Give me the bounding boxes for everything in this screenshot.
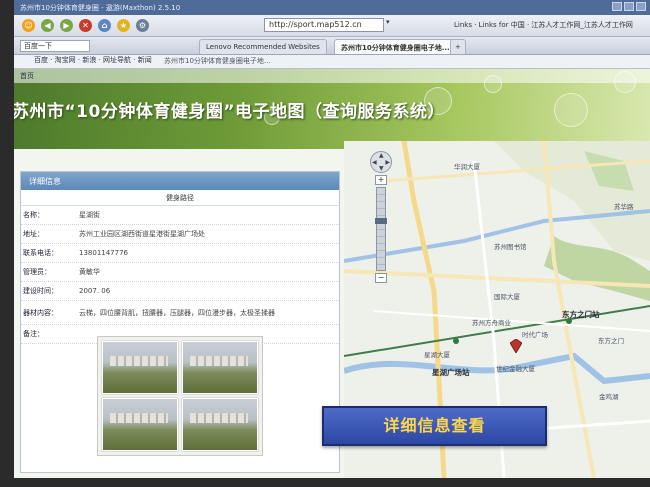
metro-station-label: 东方之门站 xyxy=(562,310,600,319)
new-tab-button[interactable]: + xyxy=(450,39,466,54)
map-place-label: 苏华路 xyxy=(614,203,634,211)
decorative-bubble xyxy=(614,71,636,93)
tab-lenovo[interactable]: Lenovo Recommended Websites xyxy=(199,39,327,54)
map-place-label: 国际大厦 xyxy=(494,293,520,301)
map-place-label: 华润大厦 xyxy=(454,163,480,171)
bookmarks-list[interactable]: 百度 · 淘宝网 · 新浪 · 网址导航 · 新闻 xyxy=(14,56,152,64)
browser-window: 苏州市10分钟体育健身圈 - 遨游(Maxthon) 2.5.10 ☺ ◀ ▶ … xyxy=(14,0,650,478)
zoom-slider[interactable] xyxy=(375,187,387,271)
banner-nav: 首页 xyxy=(14,69,650,83)
forward-arrow-icon[interactable]: ▶ xyxy=(60,19,73,32)
pan-down-icon[interactable]: ▼ xyxy=(379,165,384,172)
window-title-bar: 苏州市10分钟体育健身圈 - 遨游(Maxthon) 2.5.10 xyxy=(14,0,650,15)
minimize-button[interactable] xyxy=(612,2,622,11)
photo-gallery xyxy=(97,336,263,456)
tab-label: 苏州市10分钟体育健身圈电子地... xyxy=(341,44,450,52)
map-place-label: 星湖大厦 xyxy=(424,351,450,359)
search-input[interactable]: 百度一下 xyxy=(20,40,90,52)
row-value: 13801147776 xyxy=(79,249,128,257)
zoom-in-button[interactable]: + xyxy=(375,175,387,185)
links-menu[interactable]: Links xyxy=(454,21,472,29)
panel-caption: 健身路径 xyxy=(21,190,339,206)
address-bar[interactable]: http://sport.map512.cn xyxy=(264,18,384,32)
decorative-bubble xyxy=(554,93,588,127)
map-place-label: 金鸡湖 xyxy=(599,393,619,401)
user-icon[interactable]: ☺ xyxy=(22,19,35,32)
nav-home-link[interactable]: 首页 xyxy=(20,72,34,80)
tab-strip: 百度一下 Lenovo Recommended Websites 苏州市10分钟… xyxy=(14,37,650,55)
facility-photo[interactable] xyxy=(182,398,258,451)
metro-station-label: 星湖广场站 xyxy=(432,368,470,377)
close-button[interactable] xyxy=(636,2,646,11)
facility-photo[interactable] xyxy=(102,398,178,451)
window-title: 苏州市10分钟体育健身圈 - 遨游(Maxthon) 2.5.10 xyxy=(20,4,181,12)
zoom-out-button[interactable]: − xyxy=(375,273,387,283)
window-controls xyxy=(612,2,646,11)
map-place-label: 世纪金融大厦 xyxy=(496,365,535,373)
pan-up-icon[interactable]: ▲ xyxy=(379,152,384,159)
map-place-label: 时代广场 xyxy=(522,331,548,339)
info-row: 管理员： 黄敏华 xyxy=(21,263,339,282)
tab-sport-map[interactable]: 苏州市10分钟体育健身圈电子地... xyxy=(334,39,457,54)
facility-photo[interactable] xyxy=(102,341,178,394)
row-label: 名称： xyxy=(23,211,44,219)
map-place-label: 东方之门 xyxy=(598,337,624,345)
decorative-bubble xyxy=(484,75,502,93)
zoom-control: ▲ ▼ ◀ ▶ + − xyxy=(370,151,392,283)
zoom-slider-thumb[interactable] xyxy=(375,218,387,224)
info-row: 名称： 星湖街 xyxy=(21,206,339,225)
facility-photo[interactable] xyxy=(182,341,258,394)
row-value: 星湖街 xyxy=(79,211,100,219)
panel-header: 详细信息 xyxy=(21,172,339,190)
tools-icon[interactable]: ⚙ xyxy=(136,19,149,32)
info-row: 建设时间： 2007. 06 xyxy=(21,282,339,301)
links-for-menu[interactable]: Links for 中国 xyxy=(479,21,525,29)
row-label: 建设时间： xyxy=(23,287,58,295)
info-row: 联系电话： 13801147776 xyxy=(21,244,339,263)
row-label: 备注： xyxy=(23,330,44,338)
info-row: 器材内容： 云梯，四位腰背肌，扭腰器，压腿器，四位漫步器，太极圣揉器 xyxy=(21,301,339,325)
row-value: 云梯，四位腰背肌，扭腰器，压腿器，四位漫步器，太极圣揉器 xyxy=(79,308,275,317)
home-icon[interactable]: ⌂ xyxy=(98,19,111,32)
pan-control[interactable]: ▲ ▼ ◀ ▶ xyxy=(370,151,392,173)
view-details-button[interactable]: 详细信息查看 xyxy=(322,406,547,446)
pan-left-icon[interactable]: ◀ xyxy=(372,159,377,166)
row-label: 地址： xyxy=(23,230,44,238)
back-arrow-icon[interactable]: ◀ xyxy=(41,19,54,32)
map-place-label: 苏州方舟商业 xyxy=(472,319,511,327)
info-row: 地址： 苏州工业园区湖西街道星港街星湖广场处 xyxy=(21,225,339,244)
row-label: 器材内容： xyxy=(23,308,58,317)
favorites-icon[interactable]: ★ xyxy=(117,19,130,32)
stop-icon[interactable]: ✕ xyxy=(79,19,92,32)
pan-right-icon[interactable]: ▶ xyxy=(385,159,390,166)
row-value: 2007. 06 xyxy=(79,287,111,295)
row-label: 管理员： xyxy=(23,268,51,276)
row-value: 黄敏华 xyxy=(79,268,100,276)
detail-panel: 详细信息 健身路径 名称： 星湖街 地址： 苏州工业园区湖西街道星港街星湖广场处 联… xyxy=(20,171,340,473)
maximize-button[interactable] xyxy=(624,2,634,11)
tab-label: Lenovo Recommended Websites xyxy=(206,43,320,51)
bookmarks-bar: 百度 · 淘宝网 · 新浪 · 网址导航 · 新闻 苏州市10分钟体育健身圈电子… xyxy=(14,55,650,69)
map-place-label: 苏州图书馆 xyxy=(494,243,527,251)
location-marker-icon[interactable] xyxy=(510,339,522,353)
page-title: 苏州市“10分钟体育健身圈”电子地图（查询服务系统） xyxy=(14,102,446,122)
row-value: 苏州工业园区湖西街道星港街星湖广场处 xyxy=(79,230,205,238)
page-banner: 首页 苏州市“10分钟体育健身圈”电子地图（查询服务系统） xyxy=(14,69,650,149)
sub-tab-label[interactable]: 苏州市10分钟体育健身圈电子地... xyxy=(164,56,271,66)
row-label: 联系电话： xyxy=(23,249,58,257)
go-button[interactable]: ▾ xyxy=(386,18,390,26)
top-link[interactable]: 江苏人才工作网_江苏人才工作网 xyxy=(531,21,633,29)
links-toolbar: Links · Links for 中国 · 江苏人才工作网_江苏人才工作网 xyxy=(454,21,633,29)
